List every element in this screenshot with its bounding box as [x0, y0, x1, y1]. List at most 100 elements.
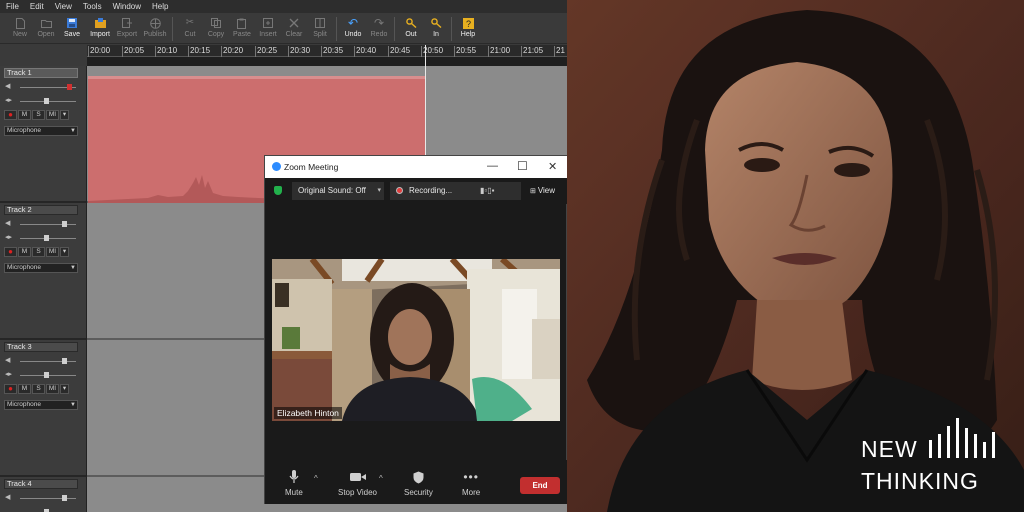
input-monitor-button[interactable]: MI [46, 384, 59, 394]
cut-button[interactable]: ✂ Cut [177, 15, 203, 43]
mute-button[interactable]: M [18, 247, 31, 257]
insert-button[interactable]: Insert [255, 15, 281, 43]
open-button[interactable]: Open [33, 15, 59, 43]
track-1-volume-slider[interactable] [20, 84, 76, 90]
volume-knob[interactable] [62, 221, 67, 227]
input-monitor-button[interactable]: MI [46, 110, 59, 120]
menu-file[interactable]: File [6, 2, 19, 11]
selection-bar[interactable] [87, 57, 567, 66]
track-3-volume-slider[interactable] [20, 358, 76, 364]
pan-knob[interactable] [44, 235, 49, 241]
track-3-title[interactable]: Track 3 [4, 342, 78, 352]
track-4-volume-slider[interactable] [20, 495, 76, 501]
help-button[interactable]: ? Help [455, 15, 481, 43]
import-button[interactable]: Import [87, 15, 113, 43]
timeline-ruler[interactable]: 20:00 20:05 20:10 20:15 20:20 20:25 20:3… [87, 45, 567, 57]
record-dot-icon [396, 187, 403, 194]
record-arm-button[interactable]: ● [4, 247, 17, 257]
track-2-title[interactable]: Track 2 [4, 205, 78, 215]
clear-button[interactable]: Clear [281, 15, 307, 43]
marker-in-button[interactable]: In [423, 15, 449, 43]
copy-button[interactable]: Copy [203, 15, 229, 43]
end-meeting-button[interactable]: End [520, 477, 560, 494]
original-sound-button[interactable]: Original Sound: Off ▾ [292, 182, 384, 200]
copy-icon [210, 17, 222, 29]
track-1-title[interactable]: Track 1 [4, 68, 78, 78]
volume-knob[interactable] [67, 84, 72, 90]
pan-knob[interactable] [44, 98, 49, 104]
track-2-buttons: ● M S MI ▾ [4, 247, 70, 257]
menu-tools[interactable]: Tools [83, 2, 102, 11]
insert-label: Insert [259, 31, 277, 38]
tick-label: 21:05 [520, 46, 544, 57]
menu-edit[interactable]: Edit [30, 2, 44, 11]
mute-button[interactable]: Mute [285, 470, 303, 497]
redo-button[interactable]: ↷ Redo [366, 15, 392, 43]
publish-button[interactable]: Publish [142, 15, 168, 43]
menu-window[interactable]: Window [113, 2, 141, 11]
maximize-icon[interactable]: ☐ [517, 159, 528, 173]
pan-icon: ◂▸ [5, 371, 13, 378]
pause-stop-icon[interactable]: ▮▫▯▪ [480, 182, 494, 200]
split-button[interactable]: Split [307, 15, 333, 43]
track-3-input-select[interactable]: Microphone ▼ [4, 400, 78, 410]
grid-icon: ⊞ [530, 188, 538, 195]
track-menu-button[interactable]: ▾ [60, 384, 69, 394]
chevron-down-icon: ▼ [70, 402, 76, 408]
participant-video[interactable]: Elizabeth Hinton [272, 259, 560, 421]
volume-knob[interactable] [62, 495, 67, 501]
solo-button[interactable]: S [32, 384, 45, 394]
record-arm-button[interactable]: ● [4, 384, 17, 394]
save-icon [66, 17, 78, 29]
track-4-title[interactable]: Track 4 [4, 479, 78, 489]
paste-button[interactable]: Paste [229, 15, 255, 43]
tick-label: 20:15 [187, 46, 211, 57]
video-options-caret-icon[interactable]: ^ [379, 474, 383, 483]
marker-out-label: Out [405, 31, 417, 38]
audio-options-caret-icon[interactable]: ^ [314, 474, 318, 483]
track-2-volume-slider[interactable] [20, 221, 76, 227]
close-icon[interactable]: ✕ [548, 160, 557, 173]
marker-out-button[interactable]: Out [398, 15, 424, 43]
save-button[interactable]: Save [59, 15, 85, 43]
record-arm-button[interactable]: ● [4, 110, 17, 120]
marker-in-label: In [433, 31, 439, 38]
track-4-header: Track 4 ◀ [0, 477, 87, 512]
volume-knob[interactable] [62, 358, 67, 364]
menu-view[interactable]: View [55, 2, 72, 11]
minimize-icon[interactable]: — [487, 160, 498, 172]
redo-label: Redo [370, 31, 388, 38]
track-1-input-select[interactable]: Microphone ▼ [4, 126, 78, 136]
input-monitor-button[interactable]: MI [46, 247, 59, 257]
export-icon [121, 17, 133, 29]
track-1-pan-slider[interactable] [20, 98, 76, 104]
undo-button[interactable]: ↶ Undo [340, 15, 366, 43]
video-camera-icon [349, 470, 366, 484]
mute-button[interactable]: M [18, 110, 31, 120]
track-3-pan-slider[interactable] [20, 372, 76, 378]
view-button[interactable]: ⊞ View [530, 182, 555, 201]
menu-help[interactable]: Help [152, 2, 168, 11]
input-value: Microphone [7, 401, 41, 408]
export-button[interactable]: Export [114, 15, 140, 43]
track-menu-button[interactable]: ▾ [60, 110, 69, 120]
split-icon [314, 17, 326, 29]
video-frame-image [272, 259, 560, 421]
tick-label: 20:40 [353, 46, 377, 57]
copy-label: Copy [207, 31, 225, 38]
track-menu-button[interactable]: ▾ [60, 247, 69, 257]
mute-button[interactable]: M [18, 384, 31, 394]
more-button[interactable]: ••• More [462, 470, 480, 497]
recording-indicator[interactable]: Recording... ▮▫▯▪ [390, 182, 521, 200]
stop-video-button[interactable]: Stop Video [338, 470, 377, 497]
solo-button[interactable]: S [32, 110, 45, 120]
pan-knob[interactable] [44, 372, 49, 378]
security-button[interactable]: Security [404, 470, 433, 497]
new-button[interactable]: New [7, 15, 33, 43]
track-2-pan-slider[interactable] [20, 235, 76, 241]
track-3-buttons: ● M S MI ▾ [4, 384, 70, 394]
track-2-input-select[interactable]: Microphone ▼ [4, 263, 78, 273]
solo-button[interactable]: S [32, 247, 45, 257]
tick-label: 20:45 [387, 46, 411, 57]
svg-text:?: ? [465, 19, 470, 29]
